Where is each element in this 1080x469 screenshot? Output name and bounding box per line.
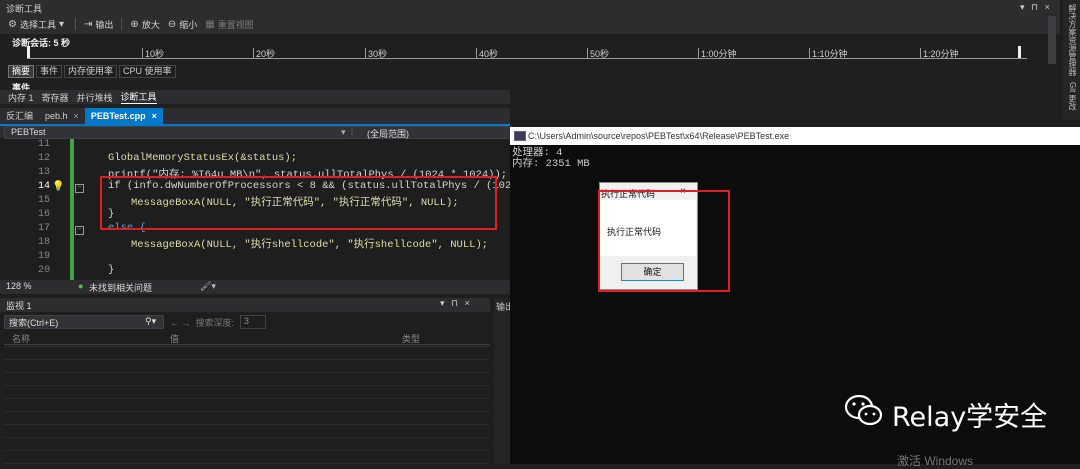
col-type[interactable]: 类型 [402, 332, 420, 345]
search-depth-select[interactable]: 3 [240, 315, 266, 329]
tab-diagnostic-tools[interactable]: 诊断工具 [120, 90, 157, 104]
editor-status-line: 128 % ● 未找到相关问题 🖌▾ [0, 280, 510, 294]
scope-dropdown[interactable]: (全局范围) [352, 126, 512, 139]
vertical-scrollbar[interactable] [1048, 16, 1056, 64]
console-icon [514, 131, 526, 141]
highlight-outline [100, 176, 497, 230]
line-number: 14 [37, 181, 50, 192]
tab-summary[interactable]: 摘要 [8, 64, 35, 78]
close-icon[interactable]: × [1045, 2, 1050, 12]
issues-text[interactable]: 未找到相关问题 [89, 281, 152, 294]
console-title-bar: C:\Users\Admin\source\repos\PEBTest\x64\… [510, 127, 1080, 145]
diag-title-bar: 诊断工具 [0, 0, 1060, 14]
ruler-tick: 50秒 [587, 48, 609, 59]
zoom-level[interactable]: 128 % [6, 281, 32, 291]
tab-peb-h[interactable]: peb.h × [39, 108, 85, 124]
gear-icon: ⚙ [8, 18, 17, 30]
tab-parallel-stacks[interactable]: 并行堆栈 [77, 91, 113, 104]
close-icon[interactable]: × [152, 111, 157, 121]
tab-events[interactable]: 事件 [36, 64, 63, 78]
change-indicator-bar [70, 139, 74, 280]
line-number: 16 [37, 209, 50, 220]
activate-windows-text: 激活 Windows [897, 454, 974, 468]
line-number: 18 [37, 237, 50, 248]
git-changes-tab[interactable]: Git 更改 [1067, 82, 1078, 110]
brush-icon[interactable]: 🖌▾ [200, 281, 216, 292]
timeline-end-handle[interactable] [1018, 46, 1021, 58]
line-number: 20 [37, 265, 50, 276]
zoom-in-button[interactable]: ⊕ 放大 [130, 18, 159, 31]
zoom-out-icon: ⊖ [167, 18, 177, 30]
line-number: 11 [37, 139, 50, 150]
ruler-tick: 40秒 [476, 48, 498, 59]
close-icon[interactable]: × [465, 298, 470, 308]
ruler-tick: 10秒 [142, 48, 164, 59]
watch-title: 监视 1 [6, 301, 32, 311]
tab-memory[interactable]: 内存使用率 [64, 64, 118, 78]
zoom-out-button[interactable]: ⊖ 缩小 [168, 18, 197, 31]
highlight-outline [598, 190, 730, 292]
col-value[interactable]: 值 [170, 332, 179, 345]
close-icon[interactable]: × [74, 111, 79, 121]
toolbar-divider [75, 18, 77, 30]
diag-toolbar: ⚙ 选择工具 ▾ ⇥ 输出 ⊕ 放大 ⊖ 缩小 ▦ 重置视图 [0, 14, 1060, 34]
console-output: 处理器: 4 内存: 2351 MB [512, 147, 590, 170]
diag-tabs: 摘要 事件 内存使用率 CPU 使用率 [8, 64, 178, 78]
ruler-tick: 30秒 [365, 48, 387, 59]
fold-toggle[interactable]: − [75, 184, 84, 193]
tab-cpu[interactable]: CPU 使用率 [119, 64, 176, 78]
select-tool-button[interactable]: ⚙ 选择工具 ▾ [8, 18, 67, 31]
window-controls: ▾ ⊓ × [1020, 2, 1050, 13]
search-icon[interactable]: ⚲▾ [145, 316, 156, 327]
line-number: 19 [37, 251, 50, 262]
col-name[interactable]: 名称 [12, 332, 30, 345]
output-icon: ⇥ [84, 18, 93, 30]
tab-registers[interactable]: 寄存器 [42, 91, 69, 104]
pin-icon[interactable]: ⊓ [451, 298, 458, 308]
line-number: 12 [37, 153, 50, 164]
chevron-down-icon: ▾ [58, 18, 65, 30]
pin-icon[interactable]: ⊓ [1031, 2, 1038, 12]
line-number: 13 [37, 167, 50, 178]
watch-search-input[interactable]: 搜索(Ctrl+E) ⚲▾ [4, 315, 164, 329]
tab-disassembly[interactable]: 反汇编 [0, 108, 39, 124]
reset-view-button[interactable]: ▦ 重置视图 [205, 18, 253, 31]
fold-toggle[interactable]: − [75, 226, 84, 235]
debug-window-tabs: 内存 1 寄存器 并行堆栈 诊断工具 [0, 90, 510, 104]
project-dropdown[interactable]: PEBTest ▾ [4, 126, 352, 139]
wechat-icon [844, 394, 883, 426]
watch-panel-title: 监视 1 [0, 298, 490, 312]
solution-explorer-tab[interactable]: 解决方案资源管理器 [1067, 4, 1078, 76]
ruler-tick: 1:00分钟 [698, 48, 737, 59]
chevron-down-icon: ▾ [341, 127, 346, 137]
project-name: PEBTest [11, 127, 46, 137]
reset-view-icon: ▦ [205, 18, 215, 30]
timeline-ruler[interactable]: 10秒 20秒 30秒 40秒 50秒 1:00分钟 1:10分钟 1:20分钟 [27, 48, 1027, 59]
line-number: 15 [37, 195, 50, 206]
line-number: 17 [37, 223, 50, 234]
zoom-in-icon: ⊕ [130, 18, 139, 30]
dropdown-icon[interactable]: ▾ [1020, 2, 1025, 12]
editor-tabs: 反汇编 peb.h × PEBTest.cpp × [0, 108, 510, 126]
toolbar-divider [121, 18, 123, 30]
watch-panel-controls: ▾ ⊓ × [440, 298, 470, 309]
code-line-12: GlobalMemoryStatusEx(&status); [108, 152, 298, 164]
watch-header: 名称 值 类型 [4, 332, 490, 345]
side-tool-tabs: 解决方案资源管理器 Git 更改 [1063, 0, 1080, 120]
code-line-20: } [108, 264, 115, 276]
ruler-tick: 20秒 [253, 48, 275, 59]
search-depth-label: ← → 搜索深度: [170, 318, 235, 328]
dropdown-icon[interactable]: ▾ [440, 298, 445, 308]
output-button[interactable]: ⇥ 输出 [84, 18, 113, 31]
watermark-text: Relay学安全 [892, 402, 1048, 433]
watch-grid[interactable] [4, 346, 490, 464]
lightbulb-icon[interactable]: 💡 [52, 181, 64, 192]
ruler-tick: 1:20分钟 [920, 48, 959, 59]
code-line-18: MessageBoxA(NULL, "执行shellcode", "执行shel… [131, 239, 489, 251]
check-icon: ● [78, 281, 84, 291]
console-title: C:\Users\Admin\source\repos\PEBTest\x64\… [528, 131, 790, 141]
tab-pebtest-cpp[interactable]: PEBTest.cpp × [84, 108, 163, 124]
ruler-tick: 1:10分钟 [809, 48, 848, 59]
tab-memory-1[interactable]: 内存 1 [8, 91, 34, 104]
